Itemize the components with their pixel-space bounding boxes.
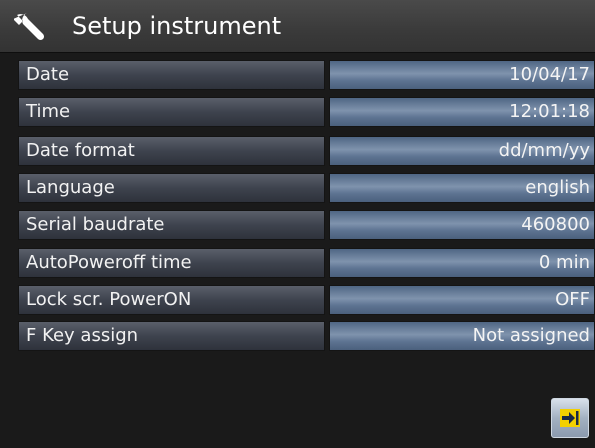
setting-value[interactable]: 12:01:18 <box>329 97 595 127</box>
setting-label[interactable]: AutoPoweroff time <box>18 248 325 278</box>
settings-row-f-key-assign: F Key assign Not assigned <box>0 321 595 351</box>
exit-button[interactable] <box>551 398 589 438</box>
settings-row-language: Language english <box>0 173 595 203</box>
setting-value[interactable]: Not assigned <box>329 321 595 351</box>
wrench-icon <box>14 13 45 41</box>
title-bar: Setup instrument <box>0 0 595 53</box>
settings-row-autopoweroff: AutoPoweroff time 0 min <box>0 248 595 278</box>
settings-row-serial-baudrate: Serial baudrate 460800 <box>0 210 595 240</box>
setting-label[interactable]: Time <box>18 97 325 127</box>
setting-value[interactable]: 0 min <box>329 248 595 278</box>
setting-value[interactable]: 460800 <box>329 210 595 240</box>
exit-arrow-icon <box>560 409 580 427</box>
setting-label[interactable]: Language <box>18 173 325 203</box>
setting-label[interactable]: Date format <box>18 136 325 166</box>
setting-value[interactable]: english <box>329 173 595 203</box>
setting-label[interactable]: Date <box>18 60 325 90</box>
settings-row-lock-screen: Lock scr. PowerON OFF <box>0 285 595 315</box>
setting-label[interactable]: Serial baudrate <box>18 210 325 240</box>
setup-screen: Setup instrument Date 10/04/17 Time 12:0… <box>0 0 595 448</box>
settings-row-date-format: Date format dd/mm/yy <box>0 136 595 166</box>
settings-row-time: Time 12:01:18 <box>0 97 595 127</box>
setting-label[interactable]: F Key assign <box>18 321 325 351</box>
settings-row-date: Date 10/04/17 <box>0 60 595 90</box>
setting-value[interactable]: OFF <box>329 285 595 315</box>
setting-label[interactable]: Lock scr. PowerON <box>18 285 325 315</box>
page-title: Setup instrument <box>72 12 282 40</box>
setting-value[interactable]: dd/mm/yy <box>329 136 595 166</box>
setting-value[interactable]: 10/04/17 <box>329 60 595 90</box>
